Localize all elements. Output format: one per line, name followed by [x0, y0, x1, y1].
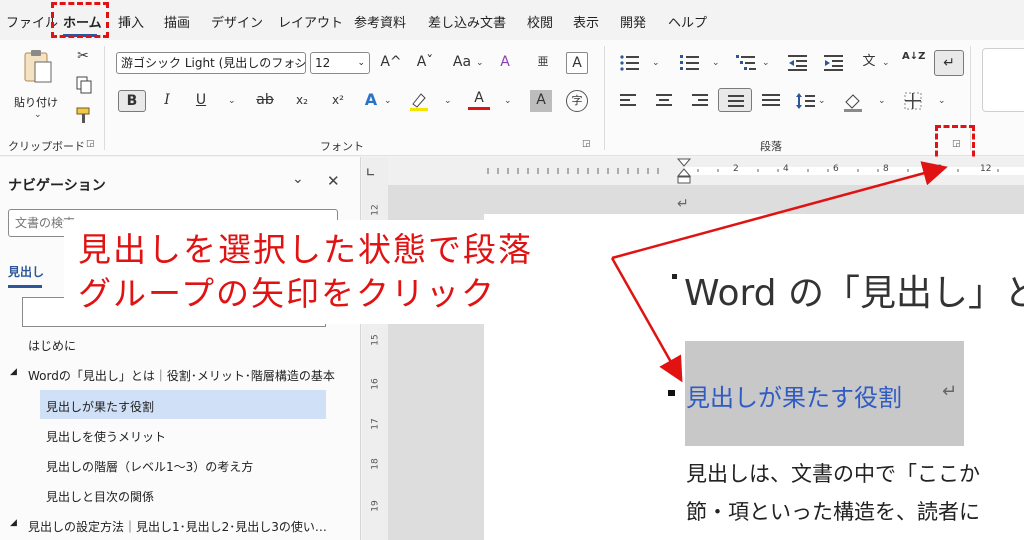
arrow-to-heading — [610, 257, 683, 383]
arrow-to-launcher — [611, 161, 948, 260]
annotation-arrows — [610, 161, 948, 383]
